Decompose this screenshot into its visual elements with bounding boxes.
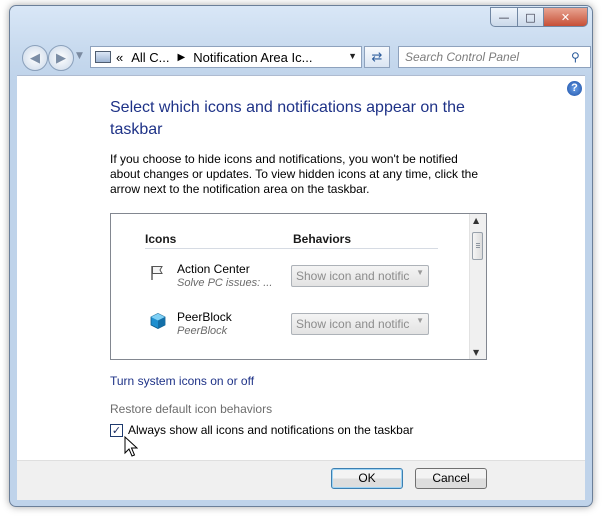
minimize-icon: — bbox=[498, 10, 510, 24]
ok-button[interactable]: OK bbox=[331, 468, 403, 489]
dialog-footer: OK Cancel bbox=[17, 460, 585, 500]
refresh-icon: ⇄ bbox=[371, 49, 383, 65]
address-bar[interactable]: « All C... ▶ Notification Area Ic... ▼ bbox=[90, 46, 362, 68]
behavior-value: Show icon and notific bbox=[296, 317, 410, 331]
page-title: Select which icons and notifications app… bbox=[110, 99, 465, 138]
thumb-grip bbox=[476, 247, 480, 248]
search-input[interactable]: Search Control Panel ⚲ bbox=[398, 46, 591, 68]
always-show-label[interactable]: Always show all icons and notifications … bbox=[128, 423, 414, 437]
behavior-dropdown[interactable]: Show icon and notific ▼ bbox=[291, 313, 429, 335]
search-icon[interactable]: ⚲ bbox=[571, 50, 585, 64]
address-dropdown-icon[interactable]: ▼ bbox=[348, 51, 357, 61]
cube-icon bbox=[150, 313, 166, 329]
control-panel-window: — □ ✕ ◀ ▶ ▼ « All C... ▶ Notification Ar… bbox=[9, 5, 593, 507]
scrollbar-thumb[interactable] bbox=[472, 232, 483, 260]
maximize-button[interactable]: □ bbox=[518, 7, 544, 27]
item-title: PeerBlock bbox=[177, 310, 232, 324]
behavior-dropdown[interactable]: Show icon and notific ▼ bbox=[291, 265, 429, 287]
dropdown-arrow-icon: ▼ bbox=[416, 268, 424, 277]
breadcrumb-all-control-panel[interactable]: All C... bbox=[131, 50, 169, 65]
page-description: If you choose to hide icons and notifica… bbox=[110, 152, 478, 196]
flag-icon bbox=[151, 266, 163, 280]
close-icon: ✕ bbox=[560, 10, 571, 24]
notification-icons-list[interactable]: Icons Behaviors Action Center Solve PC i… bbox=[110, 213, 487, 360]
scroll-up-icon[interactable]: ▲ bbox=[473, 216, 479, 225]
close-button[interactable]: ✕ bbox=[544, 7, 588, 27]
item-subtitle: Solve PC issues: ... bbox=[177, 277, 273, 289]
navigation-bar: ◀ ▶ ▼ « All C... ▶ Notification Area Ic.… bbox=[20, 43, 591, 71]
back-arrow-icon: ◀ bbox=[30, 50, 40, 66]
refresh-button[interactable]: ⇄ bbox=[364, 46, 390, 68]
breadcrumb-overflow[interactable]: « bbox=[116, 50, 123, 65]
header-divider bbox=[145, 248, 438, 249]
list-item: Action Center Solve PC issues: ... Show … bbox=[149, 260, 449, 300]
restore-defaults-link[interactable]: Restore default icon behaviors bbox=[110, 402, 272, 416]
column-header-icons: Icons bbox=[145, 232, 177, 246]
item-subtitle: PeerBlock bbox=[177, 325, 228, 337]
caption-buttons: — □ ✕ bbox=[490, 7, 588, 27]
column-header-behaviors: Behaviors bbox=[293, 232, 352, 246]
always-show-checkbox[interactable]: ✓ bbox=[110, 424, 123, 437]
scroll-down-icon[interactable]: ▼ bbox=[473, 348, 479, 357]
maximize-icon: □ bbox=[525, 10, 536, 24]
dropdown-arrow-icon: ▼ bbox=[416, 316, 424, 325]
search-placeholder: Search Control Panel bbox=[405, 50, 520, 64]
breadcrumb-separator-icon[interactable]: ▶ bbox=[178, 52, 186, 63]
thumb-grip bbox=[476, 245, 480, 246]
turn-system-icons-link[interactable]: Turn system icons on or off bbox=[110, 374, 254, 388]
thumb-grip bbox=[476, 243, 480, 244]
cancel-button[interactable]: Cancel bbox=[415, 468, 487, 489]
breadcrumb-notification-area[interactable]: Notification Area Ic... bbox=[193, 50, 312, 65]
vertical-scrollbar[interactable]: ▲ ▼ bbox=[469, 214, 486, 359]
help-icon[interactable]: ? bbox=[567, 81, 582, 96]
main-content: ? Select which icons and notifications a… bbox=[17, 75, 585, 461]
item-title: Action Center bbox=[177, 262, 250, 276]
minimize-button[interactable]: — bbox=[490, 7, 518, 27]
back-button[interactable]: ◀ bbox=[22, 45, 48, 71]
forward-button[interactable]: ▶ bbox=[48, 45, 74, 71]
mouse-cursor-icon bbox=[124, 436, 138, 457]
behavior-value: Show icon and notific bbox=[296, 269, 410, 283]
control-panel-icon bbox=[95, 51, 111, 63]
forward-arrow-icon: ▶ bbox=[56, 50, 66, 66]
recent-pages-dropdown-icon[interactable]: ▼ bbox=[76, 51, 83, 61]
list-item: PeerBlock PeerBlock Show icon and notifi… bbox=[149, 308, 449, 348]
